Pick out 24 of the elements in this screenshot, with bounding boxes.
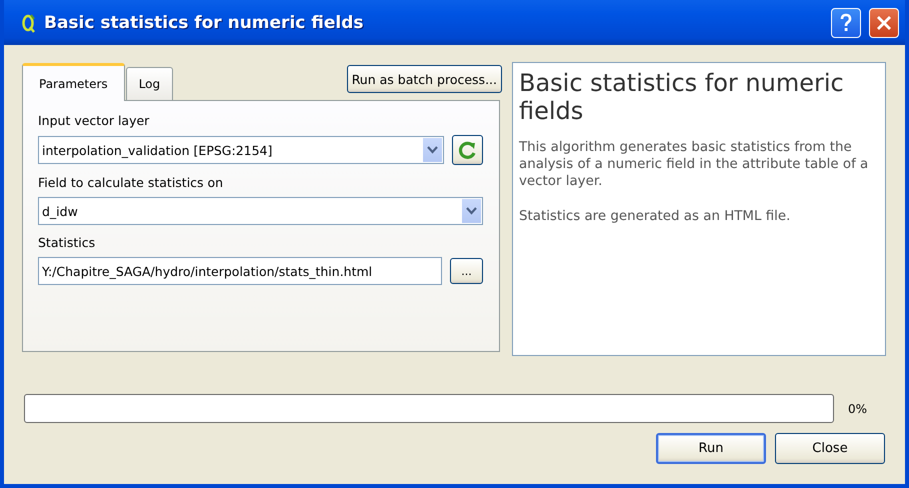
browse-button[interactable]: ... <box>450 258 483 284</box>
dialog-button[interactable]: Run <box>656 433 766 464</box>
window-title: Basic statistics for numeric fields <box>44 12 365 32</box>
field-label: Statistics <box>38 235 96 250</box>
help-icon <box>839 12 853 32</box>
progress-reading: 0% <box>848 402 868 416</box>
dropdown[interactable]: interpolation_validation [EPSG:2154] <box>38 136 444 164</box>
close-icon <box>876 14 892 30</box>
help-button[interactable] <box>831 8 861 38</box>
help-text: This algorithm generates basic statistics from the analysis of a numeric field in the attribute table of a vector layer. <box>519 139 870 190</box>
tab[interactable]: Log <box>126 67 174 100</box>
field-label: Field to calculate statistics on <box>38 175 224 190</box>
help-text: Statistics are generated as an HTML file. <box>519 208 792 225</box>
file-path-field[interactable]: Y:/Chapitre_SAGA/hydro/interpolation/stats_thin.html <box>38 257 442 285</box>
dropdown[interactable]: d_idw <box>38 197 483 225</box>
dialog-button[interactable]: Close <box>775 433 885 464</box>
refresh-button[interactable] <box>452 135 483 165</box>
close-button[interactable] <box>869 8 899 38</box>
field-label: Input vector layer <box>38 113 150 128</box>
refresh-icon <box>458 140 478 160</box>
batch-process-button[interactable]: Run as batch process... <box>346 65 502 93</box>
tab[interactable]: Parameters <box>22 63 125 101</box>
app-logo-icon <box>22 12 36 32</box>
help-title: Basic statistics for numeric fields <box>519 69 845 125</box>
